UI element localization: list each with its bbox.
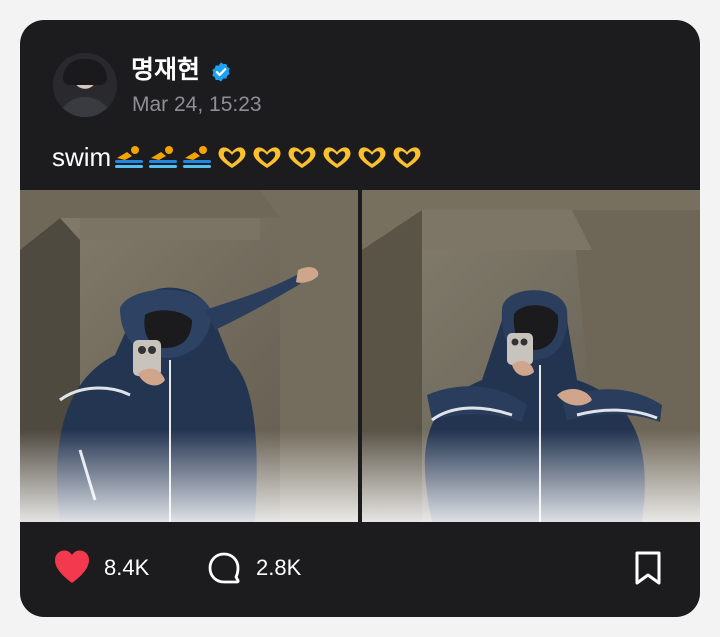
post-card: 명재현 Mar 24, 15:23 swim 8.4K 2.8K: [20, 20, 700, 617]
post-actions: 8.4K 2.8K: [20, 522, 700, 617]
heart-hands-emoji-icon: [393, 147, 421, 168]
swimmer-emoji-icon: [183, 146, 212, 168]
like-count: 8.4K: [104, 555, 150, 580]
post-photo-1[interactable]: [20, 190, 358, 522]
comment-count: 2.8K: [256, 555, 302, 580]
heart-hands-emoji-icon: [218, 147, 246, 168]
comment-icon[interactable]: [207, 551, 241, 585]
post-timestamp: Mar 24, 15:23: [132, 93, 262, 116]
heart-hands-emoji-icon: [323, 147, 351, 168]
photo-dab-pose: [20, 190, 358, 522]
post-photo-2[interactable]: [362, 190, 700, 522]
photo-pointing-pose: [362, 190, 700, 522]
post-caption: swim: [52, 142, 425, 172]
swimmer-emoji-icon: [149, 146, 178, 168]
bookmark-icon[interactable]: [632, 550, 664, 586]
caption-text: swim: [52, 142, 112, 172]
heart-hands-emoji-icon: [253, 147, 281, 168]
heart-hands-emoji-icon: [358, 147, 386, 168]
heart-icon[interactable]: [53, 549, 91, 585]
heart-hands-emoji-icon: [288, 147, 316, 168]
caption-emojis: [113, 143, 425, 171]
avatar[interactable]: [53, 53, 117, 117]
swimmer-emoji-icon: [115, 146, 144, 168]
author-name[interactable]: 명재현: [131, 56, 200, 84]
verified-badge-icon: [212, 62, 230, 82]
